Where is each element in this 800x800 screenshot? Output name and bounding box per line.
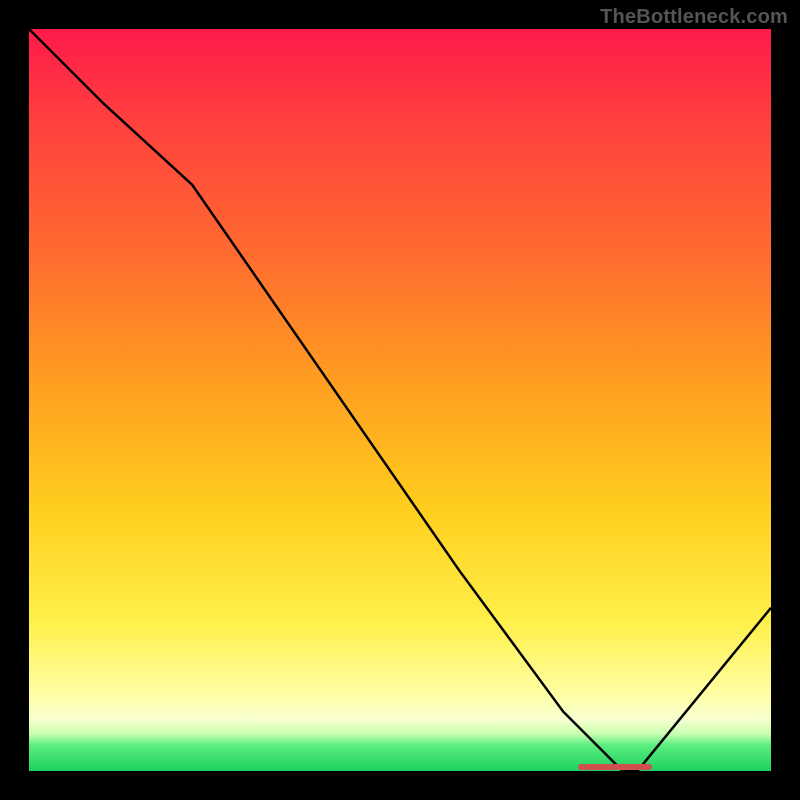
bottleneck-curve: [29, 29, 771, 771]
watermark-text: TheBottleneck.com: [600, 6, 788, 29]
optimum-marker: [578, 764, 652, 770]
plot-area: [29, 29, 771, 771]
chart-frame: TheBottleneck.com: [0, 0, 800, 800]
